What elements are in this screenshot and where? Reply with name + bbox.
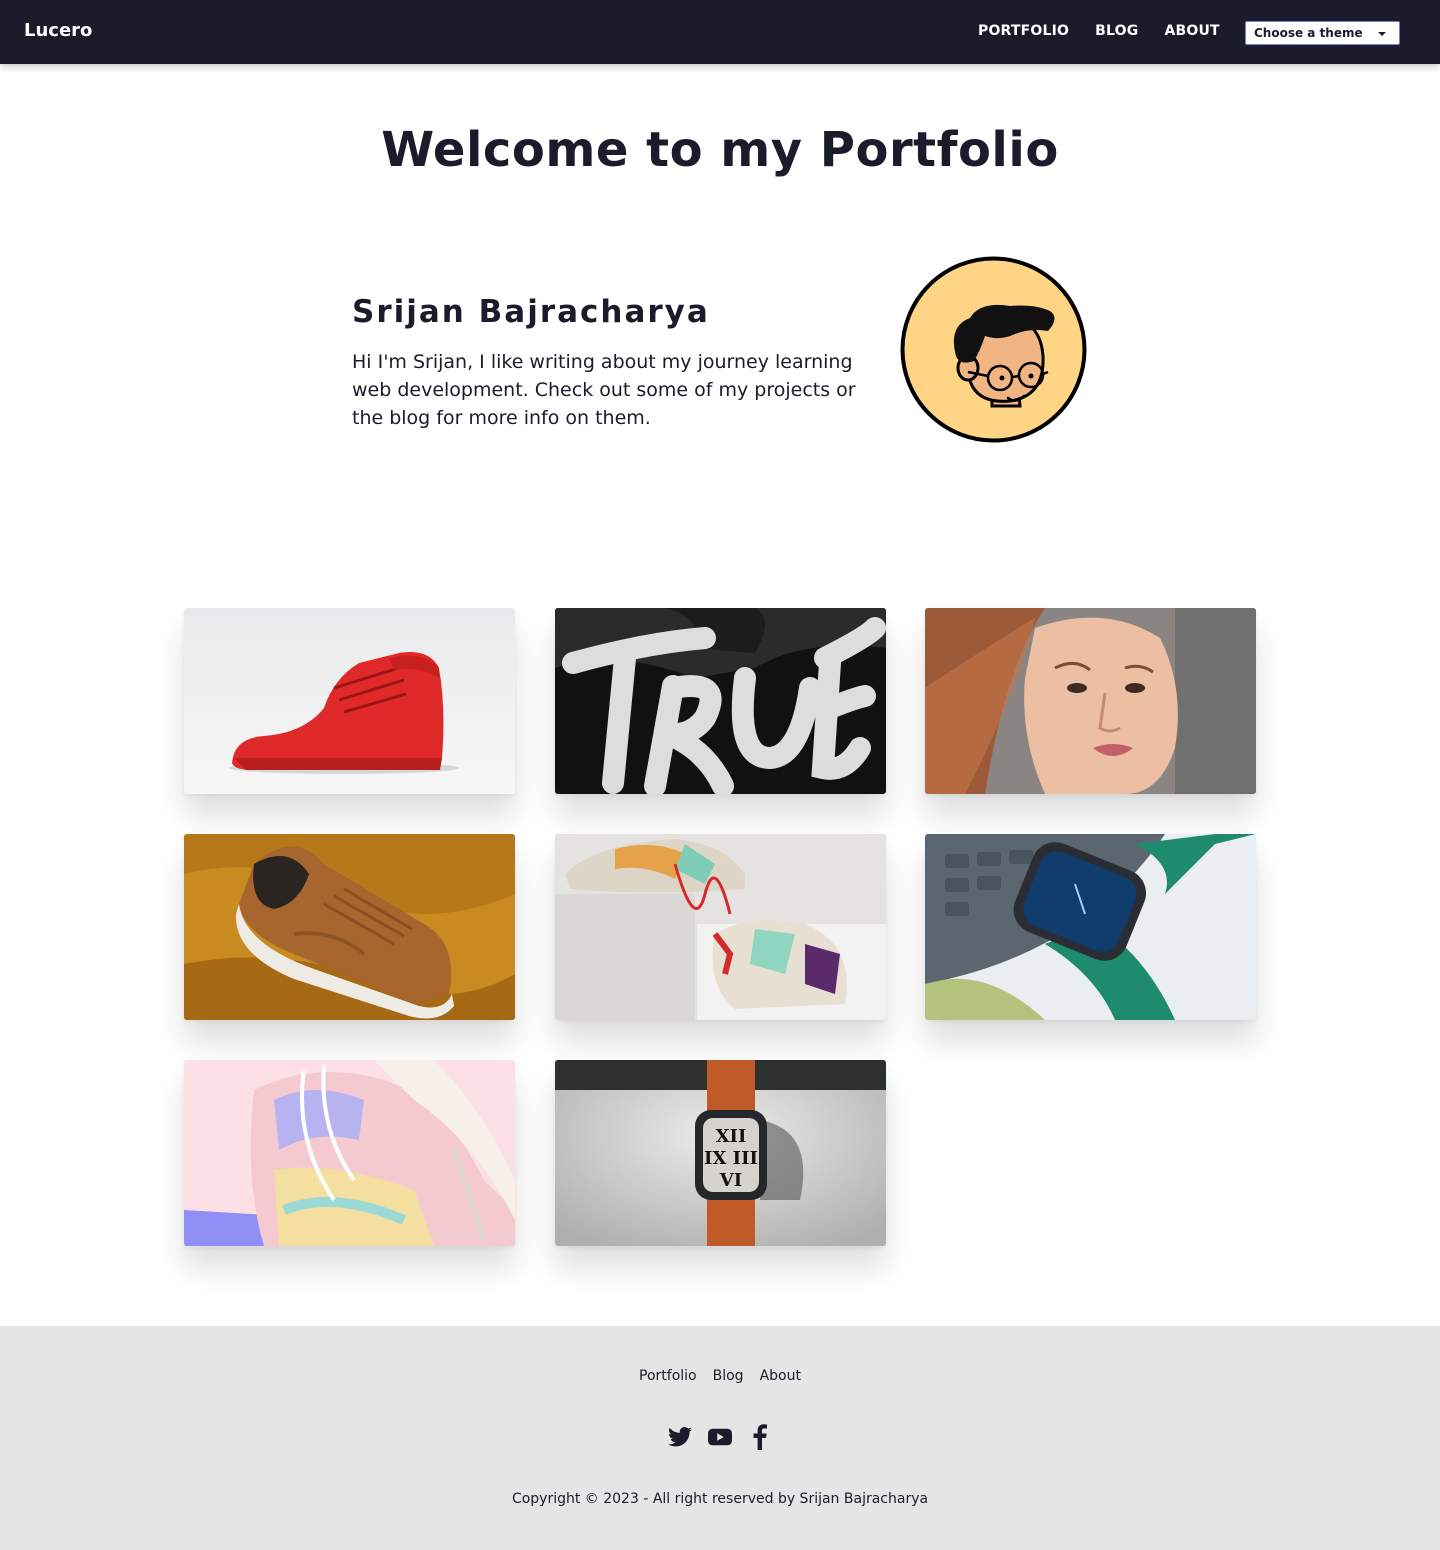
chevron-down-icon [1378,32,1386,36]
avatar [900,256,1087,443]
gallery-item[interactable] [555,608,886,794]
pastel-sneaker-image [184,1060,515,1246]
navbar: Lucero PORTFOLIO BLOG ABOUT Choose a the… [0,0,1440,64]
theme-select-value: Choose a theme [1254,26,1363,40]
orange-watch-image: XII IX III VI [555,1060,886,1246]
green-watch-image [925,834,1256,1020]
true-lettering-image [555,608,886,794]
portrait-image [925,608,1256,794]
gallery-item[interactable]: XII IX III VI [555,1060,886,1246]
copyright-text: Copyright © 2023 - All right reserved by… [511,1491,929,1507]
youtube-icon[interactable] [708,1424,732,1450]
twitter-icon[interactable] [668,1424,692,1450]
facebook-icon[interactable] [748,1424,772,1450]
footer-portfolio-link[interactable]: Portfolio [639,1368,697,1384]
nav-blog-link[interactable]: BLOG [1095,23,1138,39]
profile-bio: Hi I'm Srijan, I like writing about my j… [352,351,856,429]
red-sneaker-image [184,608,515,794]
svg-text:VI: VI [719,1170,742,1191]
brand-logo[interactable]: Lucero [24,20,92,41]
theme-select[interactable]: Choose a theme [1245,21,1400,45]
profile-name: Srijan Bajracharya [352,294,710,330]
nav-about-link[interactable]: ABOUT [1164,23,1219,39]
footer: Portfolio Blog About Copyright © 2023 - … [0,1326,1440,1550]
main-nav: PORTFOLIO BLOG ABOUT [978,23,1246,39]
svg-text:IX III: IX III [704,1148,758,1169]
brown-sneaker-image [184,834,515,1020]
colorful-sneakers-image [555,834,886,1020]
gallery-item[interactable] [555,834,886,1020]
gallery-item[interactable] [925,834,1256,1020]
svg-text:XII: XII [716,1126,747,1147]
social-links [0,1424,1440,1450]
gallery-item[interactable] [184,608,515,794]
gallery-item[interactable] [184,1060,515,1246]
gallery-item[interactable] [925,608,1256,794]
page-title: Welcome to my Portfolio [381,122,1059,178]
nav-portfolio-link[interactable]: PORTFOLIO [978,23,1069,39]
footer-blog-link[interactable]: Blog [713,1368,744,1384]
footer-nav: Portfolio Blog About [0,1368,1440,1384]
footer-about-link[interactable]: About [760,1368,801,1384]
gallery-item[interactable] [184,834,515,1020]
